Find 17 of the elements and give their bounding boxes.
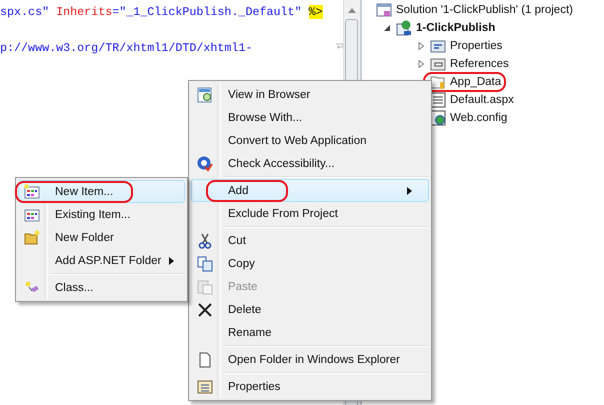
tree-item[interactable]: App_Data	[450, 76, 502, 88]
tree-item[interactable]: Default.aspx	[450, 94, 514, 106]
code-token: Inherits	[56, 5, 112, 19]
menu-item[interactable]: Add	[191, 179, 429, 202]
tree-item[interactable]: References	[450, 58, 509, 70]
menu-item[interactable]: New Folder	[18, 226, 185, 249]
tree-item[interactable]: Web.config	[450, 112, 508, 124]
code-token: ="_1_ClickPublish._Default"	[112, 5, 303, 19]
tree-item[interactable]: Solution '1-ClickPublish' (1 project)	[396, 4, 573, 16]
menu-item[interactable]: New Item...	[18, 180, 185, 203]
menu-item[interactable]: Class...	[18, 276, 185, 299]
code-token: p://www.w3.org/TR/xhtml1/DTD/xhtml1-	[0, 41, 252, 55]
menu-item[interactable]: Add ASP.NET Folder	[18, 249, 185, 272]
tree-item[interactable]: 1-ClickPublish	[416, 22, 496, 34]
tree-item[interactable]: Properties	[450, 40, 502, 52]
menu-item[interactable]: Existing Item...	[18, 203, 185, 226]
code-token: spx.cs"	[0, 5, 50, 19]
